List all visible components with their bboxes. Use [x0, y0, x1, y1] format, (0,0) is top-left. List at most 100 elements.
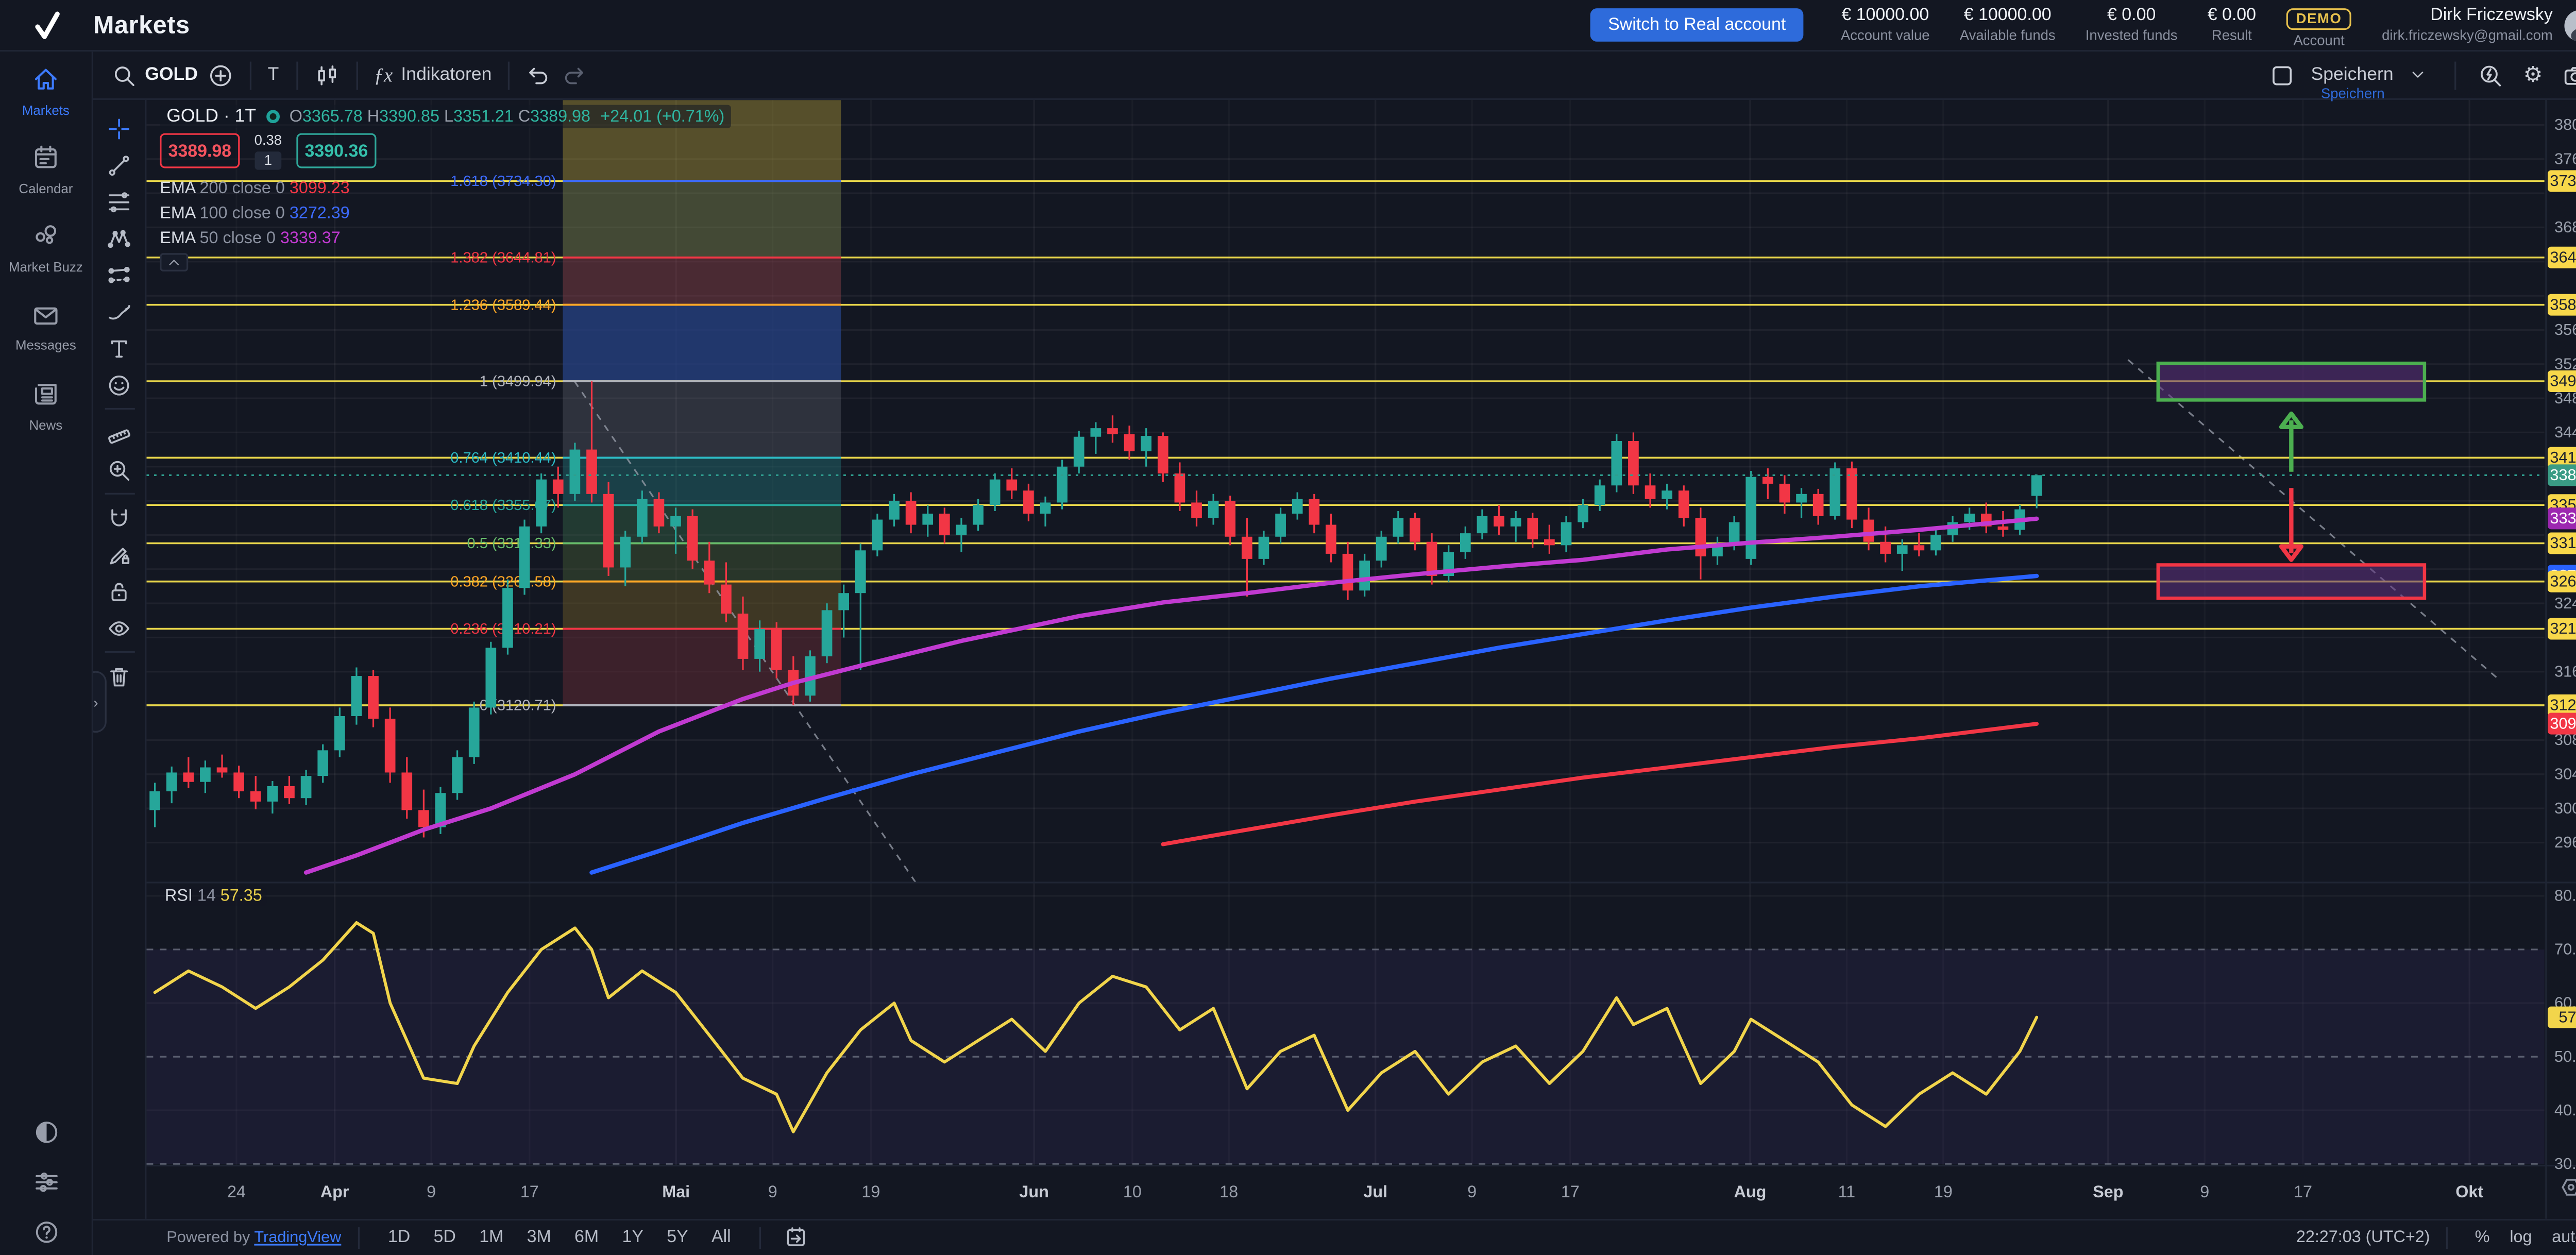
- interval-button[interactable]: T: [263, 65, 284, 85]
- drawing-toolbar: [93, 100, 146, 1219]
- legend-change: +24.01 (+0.71%): [600, 107, 724, 126]
- sidebar-item-market-buzz[interactable]: Market Buzz: [0, 222, 92, 276]
- hide-drawings-icon: [107, 615, 131, 640]
- quantity-field[interactable]: 1: [255, 151, 282, 169]
- ema-200-row[interactable]: EMA 200 close 0 3099.23: [160, 177, 349, 201]
- timeframe-5d[interactable]: 5D: [422, 1228, 468, 1248]
- ema-50-row[interactable]: EMA 50 close 0 3339.37: [160, 227, 349, 251]
- sidebar-item-markets[interactable]: Markets: [0, 65, 92, 118]
- tool-forecast[interactable]: [101, 257, 138, 293]
- go-to-date-icon[interactable]: [784, 1226, 807, 1249]
- trend-line-icon: [107, 152, 131, 177]
- timeframe-1m[interactable]: 1M: [468, 1228, 515, 1248]
- tool-crosshair[interactable]: [101, 110, 138, 146]
- svg-text:1.618 (3734.30): 1.618 (3734.30): [450, 173, 556, 190]
- buy-button[interactable]: 3390.36: [296, 133, 376, 168]
- candlestick-icon: [314, 62, 338, 87]
- ema-100-row[interactable]: EMA 100 close 0 3272.39: [160, 201, 349, 226]
- indicators-button[interactable]: ƒx Indikatoren: [369, 62, 497, 87]
- timeframe-6m[interactable]: 6M: [563, 1228, 610, 1248]
- top-bar: Markets Switch to Real account € 10000.0…: [0, 0, 2576, 52]
- crosshair-icon: [107, 116, 131, 141]
- user-name: Dirk Friczewsky: [2382, 5, 2553, 27]
- theme-toggle-icon[interactable]: [32, 1118, 59, 1145]
- symbol-search[interactable]: GOLD: [107, 62, 203, 87]
- app-logo[interactable]: [0, 9, 93, 41]
- tool-lock-all[interactable]: [101, 573, 138, 609]
- timeframe-1y[interactable]: 1Y: [611, 1228, 655, 1248]
- tool-trend-line[interactable]: [101, 146, 138, 183]
- log-scale-toggle[interactable]: log: [2500, 1229, 2542, 1247]
- quick-search-icon[interactable]: [2478, 62, 2503, 87]
- rsi-legend[interactable]: RSI 14 57.35: [160, 888, 267, 906]
- newspaper-icon: [31, 379, 60, 408]
- settings-sliders-icon[interactable]: [32, 1168, 59, 1195]
- chart-legend[interactable]: GOLD · 1T O3365.78 H3390.85 L3351.21 C33…: [160, 105, 731, 128]
- chevron-down-icon: [2410, 66, 2427, 83]
- svg-text:3589.44: 3589.44: [2550, 295, 2576, 313]
- camera-icon[interactable]: [2563, 62, 2576, 87]
- tool-emoji[interactable]: [101, 366, 138, 403]
- svg-text:3000.00: 3000.00: [2554, 799, 2576, 817]
- search-icon: [112, 62, 137, 87]
- pattern-icon: [107, 226, 131, 250]
- legend-collapse-button[interactable]: [160, 253, 188, 272]
- tool-magnet[interactable]: [101, 500, 138, 536]
- chart-type-button[interactable]: [309, 62, 344, 87]
- tool-pattern[interactable]: [101, 220, 138, 257]
- svg-text:3160.00: 3160.00: [2554, 662, 2576, 680]
- undo-button[interactable]: [522, 62, 557, 87]
- svg-text:3410.44: 3410.44: [2550, 448, 2576, 466]
- user-info[interactable]: Dirk Friczewsky dirk.friczewsky@gmail.co…: [2382, 5, 2553, 45]
- help-icon[interactable]: [32, 1218, 59, 1245]
- tool-brush[interactable]: [101, 293, 138, 330]
- svg-text:Mai: Mai: [662, 1182, 690, 1201]
- switch-to-real-account-button[interactable]: Switch to Real account: [1590, 8, 1804, 42]
- svg-text:17: 17: [1561, 1182, 1580, 1201]
- sidebar-item-news[interactable]: News: [0, 379, 92, 433]
- svg-text:0.382 (3265.58): 0.382 (3265.58): [450, 573, 556, 590]
- sidebar-item-calendar[interactable]: Calendar: [0, 144, 92, 197]
- save-tooltip: Speichern: [2321, 85, 2385, 101]
- price-chart[interactable]: 1.618 (3734.30)1.382 (3644.81)1.236 (358…: [146, 100, 2576, 1219]
- account-type: DEMO Account: [2286, 2, 2352, 48]
- svg-text:3389.98: 3389.98: [2550, 466, 2576, 484]
- drawing-mode-lock-icon: [107, 542, 131, 567]
- svg-text:9: 9: [427, 1182, 436, 1201]
- sell-button[interactable]: 3389.98: [160, 133, 240, 168]
- clock[interactable]: 22:27:03 (UTC+2): [2296, 1229, 2430, 1247]
- layout-icon[interactable]: [2269, 62, 2294, 87]
- svg-text:50.00: 50.00: [2554, 1047, 2576, 1065]
- demo-badge: DEMO: [2286, 8, 2352, 30]
- tradingview-link[interactable]: TradingView: [254, 1229, 341, 1247]
- timeframe-5y[interactable]: 5Y: [655, 1228, 700, 1248]
- redo-button[interactable]: [556, 62, 591, 87]
- tool-zoom-in[interactable]: [101, 451, 138, 488]
- auto-scale-toggle[interactable]: auto: [2542, 1229, 2576, 1247]
- svg-text:10: 10: [1123, 1182, 1142, 1201]
- timeframe-all[interactable]: All: [700, 1228, 742, 1248]
- svg-text:40.00: 40.00: [2554, 1101, 2576, 1119]
- chart-toolbar: GOLD T ƒx Indikatoren Speichern Speic: [93, 52, 2576, 100]
- gear-icon[interactable]: ⚙: [2523, 62, 2543, 89]
- tool-ruler[interactable]: [101, 415, 138, 451]
- svg-text:1 (3499.94): 1 (3499.94): [480, 374, 556, 390]
- timeframe-1d[interactable]: 1D: [376, 1228, 422, 1248]
- timeframe-3m[interactable]: 3M: [515, 1228, 563, 1248]
- avatar[interactable]: [2564, 9, 2576, 41]
- tool-drawing-mode-lock[interactable]: [101, 536, 138, 573]
- tool-hide-drawings[interactable]: [101, 609, 138, 646]
- tool-fib-retracement[interactable]: [101, 183, 138, 220]
- svg-text:3339.37: 3339.37: [2550, 509, 2576, 527]
- svg-text:17: 17: [2294, 1182, 2312, 1201]
- tool-text[interactable]: [101, 330, 138, 366]
- plus-circle-icon: [208, 62, 232, 87]
- compare-add-button[interactable]: [203, 62, 238, 87]
- save-button[interactable]: Speichern Speichern: [2311, 65, 2436, 85]
- svg-text:57.35: 57.35: [2559, 1008, 2576, 1026]
- sidebar-item-messages[interactable]: Messages: [0, 301, 92, 354]
- svg-text:Okt: Okt: [2455, 1182, 2483, 1201]
- percent-scale-toggle[interactable]: %: [2465, 1229, 2500, 1247]
- emoji-icon: [107, 372, 131, 397]
- svg-text:30.00: 30.00: [2554, 1155, 2576, 1173]
